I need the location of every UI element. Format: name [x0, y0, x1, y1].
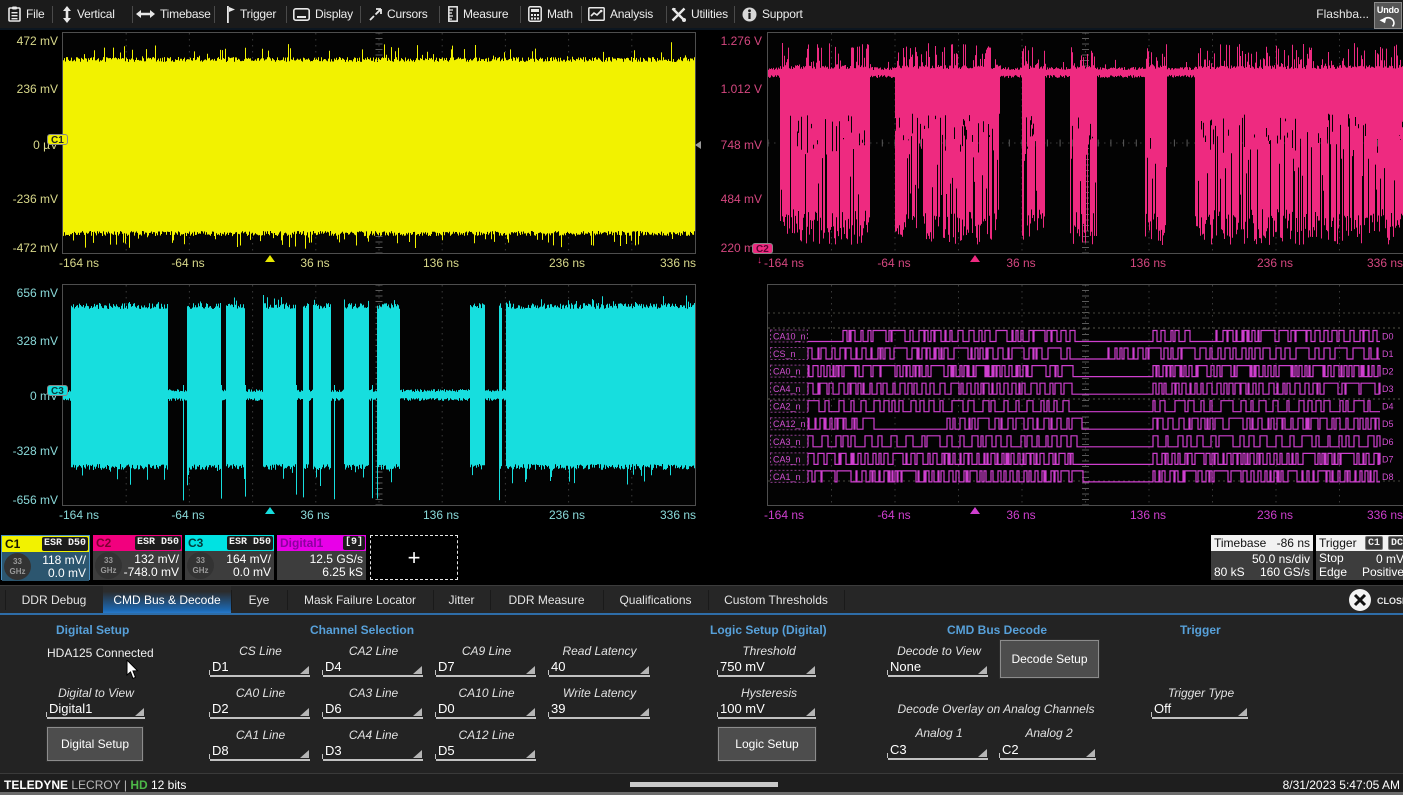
svg-text:CA2_n: CA2_n: [773, 402, 801, 412]
svg-text:CA10_n: CA10_n: [773, 332, 806, 342]
svg-text:D0: D0: [1382, 332, 1394, 342]
svg-text:CA1_n: CA1_n: [773, 472, 801, 482]
svg-text:CS_n: CS_n: [773, 349, 796, 359]
svg-text:D8: D8: [1382, 472, 1394, 482]
svg-text:CA3_n: CA3_n: [773, 437, 801, 447]
svg-text:CA0_n: CA0_n: [773, 367, 801, 377]
svg-text:D4: D4: [1382, 402, 1394, 412]
svg-text:CA9_n: CA9_n: [773, 454, 801, 464]
svg-text:D6: D6: [1382, 437, 1394, 447]
svg-text:D5: D5: [1382, 419, 1394, 429]
svg-text:CA4_n: CA4_n: [773, 384, 801, 394]
svg-text:D7: D7: [1382, 454, 1394, 464]
svg-text:D2: D2: [1382, 367, 1394, 377]
svg-text:D3: D3: [1382, 384, 1394, 394]
svg-text:CLOSE: CLOSE: [1377, 596, 1403, 606]
svg-text:D1: D1: [1382, 349, 1394, 359]
svg-text:CA12_n: CA12_n: [773, 419, 806, 429]
